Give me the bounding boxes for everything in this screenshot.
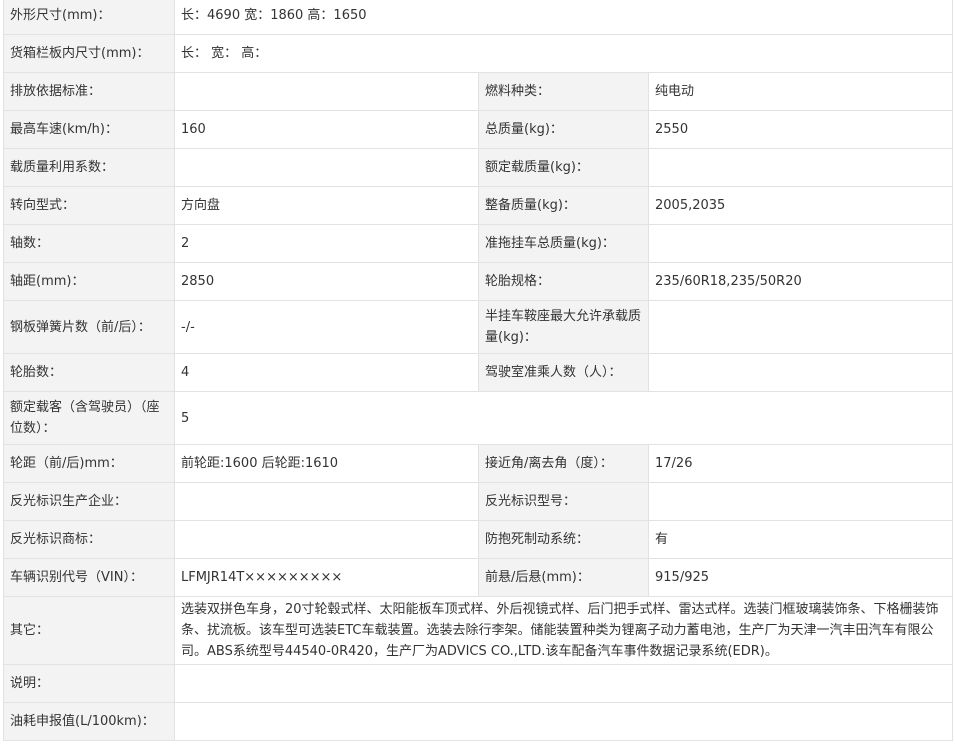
spec-value bbox=[647, 224, 954, 263]
spec-value bbox=[174, 482, 479, 521]
spec-label: 准拖挂车总质量(kg)： bbox=[478, 224, 649, 263]
spec-value: 235/60R18,235/50R20 bbox=[647, 262, 954, 301]
spec-label: 轴距(mm)： bbox=[3, 262, 175, 301]
table-row: 说明： bbox=[3, 664, 954, 703]
table-row: 额定载客（含驾驶员）（座位数）： 5 bbox=[3, 391, 954, 445]
spec-value: 方向盘 bbox=[174, 186, 479, 225]
table-row: 最高车速(km/h)： 160 总质量(kg)： 2550 bbox=[3, 110, 954, 149]
spec-value: 前轮距:1600 后轮距:1610 bbox=[174, 444, 479, 483]
spec-value: 5 bbox=[173, 391, 954, 445]
spec-label: 轴数： bbox=[3, 224, 175, 263]
spec-value: 17/26 bbox=[647, 444, 954, 483]
spec-label: 反光标识商标： bbox=[3, 520, 175, 559]
spec-value: -/- bbox=[174, 300, 479, 354]
spec-label: 载质量利用系数： bbox=[3, 148, 175, 187]
table-row: 货箱栏板内尺寸(mm)： 长： 宽： 高： bbox=[3, 34, 954, 73]
spec-label: 整备质量(kg)： bbox=[478, 186, 649, 225]
spec-value bbox=[647, 148, 954, 187]
spec-label: 燃料种类： bbox=[478, 72, 649, 111]
spec-value: LFMJR14T××××××××× bbox=[174, 558, 479, 597]
spec-label: 反光标识型号： bbox=[478, 482, 649, 521]
spec-value: 2850 bbox=[174, 262, 479, 301]
spec-value bbox=[647, 353, 954, 392]
spec-label: 排放依据标准： bbox=[3, 72, 175, 111]
table-row: 外形尺寸(mm)： 长：4690 宽：1860 高：1650 bbox=[3, 0, 954, 35]
table-row: 其它： 选装双拼色车身，20寸轮毂式样、太阳能板车顶式样、外后视镜式样、后门把手… bbox=[3, 596, 954, 665]
table-row: 轴距(mm)： 2850 轮胎规格： 235/60R18,235/50R20 bbox=[3, 262, 954, 301]
vehicle-spec-table: 外形尺寸(mm)： 长：4690 宽：1860 高：1650 货箱栏板内尺寸(m… bbox=[3, 0, 954, 741]
spec-label: 轮距（前/后)mm： bbox=[3, 444, 175, 483]
spec-label: 接近角/离去角（度）： bbox=[478, 444, 649, 483]
table-row: 反光标识商标： 防抱死制动系统： 有 bbox=[3, 520, 954, 559]
spec-value bbox=[173, 702, 954, 741]
spec-label: 转向型式： bbox=[3, 186, 175, 225]
spec-label: 半挂车鞍座最大允许承载质量(kg)： bbox=[478, 300, 649, 354]
spec-value: 2550 bbox=[647, 110, 954, 149]
spec-value: 长： 宽： 高： bbox=[173, 34, 954, 73]
spec-value: 4 bbox=[174, 353, 479, 392]
table-row: 轴数： 2 准拖挂车总质量(kg)： bbox=[3, 224, 954, 263]
spec-label: 货箱栏板内尺寸(mm)： bbox=[3, 34, 175, 73]
spec-value bbox=[174, 72, 479, 111]
spec-value bbox=[647, 482, 954, 521]
spec-value bbox=[174, 148, 479, 187]
table-row: 油耗申报值(L/100km)： bbox=[3, 702, 954, 741]
spec-value: 2 bbox=[174, 224, 479, 263]
spec-label: 最高车速(km/h)： bbox=[3, 110, 175, 149]
spec-label: 额定载客（含驾驶员）（座位数）： bbox=[3, 391, 175, 445]
spec-label: 说明： bbox=[3, 664, 175, 703]
spec-label: 车辆识别代号（VIN）： bbox=[3, 558, 175, 597]
spec-value bbox=[174, 520, 479, 559]
table-row: 载质量利用系数： 额定载质量(kg)： bbox=[3, 148, 954, 187]
table-row: 轮胎数： 4 驾驶室准乘人数（人）： bbox=[3, 353, 954, 392]
spec-value: 160 bbox=[174, 110, 479, 149]
table-row: 反光标识生产企业： 反光标识型号： bbox=[3, 482, 954, 521]
spec-value: 长：4690 宽：1860 高：1650 bbox=[173, 0, 954, 35]
spec-value: 有 bbox=[647, 520, 954, 559]
spec-value: 915/925 bbox=[647, 558, 954, 597]
spec-label: 总质量(kg)： bbox=[478, 110, 649, 149]
table-row: 转向型式： 方向盘 整备质量(kg)： 2005,2035 bbox=[3, 186, 954, 225]
spec-value: 纯电动 bbox=[647, 72, 954, 111]
spec-label: 额定载质量(kg)： bbox=[478, 148, 649, 187]
spec-value: 2005,2035 bbox=[647, 186, 954, 225]
table-row: 车辆识别代号（VIN）： LFMJR14T××××××××× 前悬/后悬(mm)… bbox=[3, 558, 954, 597]
table-row: 钢板弹簧片数（前/后）： -/- 半挂车鞍座最大允许承载质量(kg)： bbox=[3, 300, 954, 354]
spec-label: 油耗申报值(L/100km)： bbox=[3, 702, 175, 741]
spec-value bbox=[647, 300, 954, 354]
spec-label: 其它： bbox=[3, 596, 175, 665]
spec-label: 驾驶室准乘人数（人）： bbox=[478, 353, 649, 392]
table-row: 排放依据标准： 燃料种类： 纯电动 bbox=[3, 72, 954, 111]
spec-value bbox=[173, 664, 954, 703]
spec-label: 外形尺寸(mm)： bbox=[3, 0, 175, 35]
spec-label: 反光标识生产企业： bbox=[3, 482, 175, 521]
spec-value: 选装双拼色车身，20寸轮毂式样、太阳能板车顶式样、外后视镜式样、后门把手式样、雷… bbox=[173, 596, 954, 665]
spec-label: 轮胎规格： bbox=[478, 262, 649, 301]
spec-label: 轮胎数： bbox=[3, 353, 175, 392]
spec-label: 前悬/后悬(mm)： bbox=[478, 558, 649, 597]
spec-label: 钢板弹簧片数（前/后）： bbox=[3, 300, 175, 354]
table-row: 轮距（前/后)mm： 前轮距:1600 后轮距:1610 接近角/离去角（度）：… bbox=[3, 444, 954, 483]
spec-label: 防抱死制动系统： bbox=[478, 520, 649, 559]
